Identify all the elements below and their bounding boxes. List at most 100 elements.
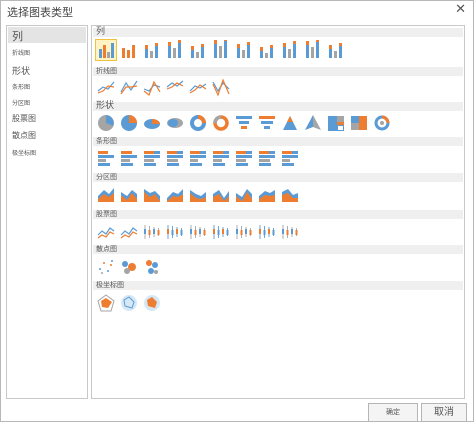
- chart-thumbnail-icon: [237, 42, 250, 58]
- chart-type-column-icon[interactable]: [188, 40, 208, 60]
- chart-thumbnail-icon: [236, 189, 252, 202]
- chart-type-stock-icon[interactable]: [119, 222, 139, 242]
- category-stock[interactable]: 股票图: [12, 113, 36, 124]
- chart-type-column-icon[interactable]: [142, 40, 162, 60]
- chart-type-area-icon[interactable]: [119, 184, 139, 204]
- chart-type-column-icon[interactable]: [303, 40, 323, 60]
- chart-type-scatter-icon[interactable]: [119, 257, 139, 277]
- category-shape[interactable]: 形状: [12, 64, 30, 77]
- chart-type-bar-icon[interactable]: [96, 148, 116, 168]
- chart-type-shape-icon[interactable]: [326, 113, 346, 133]
- chart-type-line-icon[interactable]: [188, 77, 208, 97]
- section-header-area: 分区图: [93, 173, 463, 182]
- chart-type-area-icon[interactable]: [165, 184, 185, 204]
- chart-type-area-icon[interactable]: [96, 184, 116, 204]
- chart-type-polar-icon[interactable]: [96, 293, 116, 313]
- chart-thumbnail-icon: [374, 115, 390, 131]
- chart-type-area-icon[interactable]: [211, 184, 231, 204]
- chart-thumbnail-icon: [167, 189, 183, 202]
- chart-thumbnail-icon: [146, 260, 158, 274]
- category-line[interactable]: 折线图: [12, 48, 30, 57]
- chart-type-stock-icon[interactable]: [211, 222, 231, 242]
- chart-type-shape-icon[interactable]: [349, 113, 369, 133]
- chart-thumbnail-icon: [99, 260, 113, 274]
- cancel-button[interactable]: 取消: [421, 403, 467, 422]
- chart-thumbnail-icon: [121, 295, 137, 311]
- chart-thumbnail-icon: [121, 151, 137, 166]
- chart-type-area-icon[interactable]: [142, 184, 162, 204]
- chart-gallery: 列 折线图 形状 条形图 分区图 股票图 散点图 极坐标图: [91, 25, 465, 399]
- chart-type-column-icon[interactable]: [211, 40, 231, 60]
- chart-type-column-icon[interactable]: [234, 40, 254, 60]
- chart-type-stock-icon[interactable]: [257, 222, 277, 242]
- chart-type-column-icon[interactable]: [165, 40, 185, 60]
- chart-type-shape-icon[interactable]: [142, 113, 162, 133]
- chart-type-shape-icon[interactable]: [372, 113, 392, 133]
- chart-type-bar-icon[interactable]: [280, 148, 300, 168]
- chart-thumbnail-icon: [212, 78, 230, 97]
- chart-thumbnail-icon: [98, 188, 114, 202]
- chart-thumbnail-icon: [213, 115, 229, 131]
- chart-thumbnail-icon: [305, 115, 321, 130]
- chart-type-polar-icon[interactable]: [142, 293, 162, 313]
- chart-type-column-icon[interactable]: [257, 40, 277, 60]
- chart-type-line-icon[interactable]: [119, 77, 139, 97]
- chart-thumbnail-icon: [329, 43, 342, 58]
- category-scatter[interactable]: 散点图: [12, 130, 36, 141]
- chart-type-line-icon[interactable]: [211, 77, 231, 97]
- chart-type-line-icon[interactable]: [142, 77, 162, 97]
- chart-type-scatter-icon[interactable]: [142, 257, 162, 277]
- chart-type-shape-icon[interactable]: [211, 113, 231, 133]
- chart-type-stock-icon[interactable]: [234, 222, 254, 242]
- chart-type-shape-icon[interactable]: [280, 113, 300, 133]
- chart-type-bar-icon[interactable]: [188, 148, 208, 168]
- chart-type-column-icon[interactable]: [280, 40, 300, 60]
- chart-thumbnail-icon: [97, 81, 115, 94]
- chart-type-stock-icon[interactable]: [188, 222, 208, 242]
- chart-type-bar-icon[interactable]: [165, 148, 185, 168]
- chart-type-column-icon[interactable]: [119, 40, 139, 60]
- chart-type-bar-icon[interactable]: [234, 148, 254, 168]
- chart-type-bar-icon[interactable]: [211, 148, 231, 168]
- category-column[interactable]: 列: [12, 28, 23, 44]
- chart-thumbnail-icon: [166, 80, 184, 90]
- close-icon[interactable]: ✕: [455, 2, 466, 17]
- chart-thumbnail-icon: [144, 225, 160, 239]
- dialog: 选择图表类型 ✕ 列 折线图 形状 条形图 分区图 股票图 散点图 极坐标图 列…: [0, 0, 474, 422]
- chart-thumbnail-icon: [260, 45, 273, 58]
- chart-type-column-icon[interactable]: [326, 40, 346, 60]
- chart-type-shape-icon[interactable]: [188, 113, 208, 133]
- category-area[interactable]: 分区图: [12, 98, 30, 107]
- chart-thumbnail-icon: [283, 41, 296, 58]
- chart-type-bar-icon[interactable]: [257, 148, 277, 168]
- chart-type-area-icon[interactable]: [234, 184, 254, 204]
- chart-type-scatter-icon[interactable]: [96, 257, 116, 277]
- category-polar[interactable]: 极坐标图: [12, 148, 36, 157]
- category-bar[interactable]: 条形图: [12, 82, 30, 91]
- chart-thumbnail-icon: [259, 116, 275, 129]
- chart-type-area-icon[interactable]: [257, 184, 277, 204]
- chart-type-shape-icon[interactable]: [165, 113, 185, 133]
- chart-type-line-icon[interactable]: [96, 77, 116, 97]
- chart-type-column-icon[interactable]: [95, 39, 117, 61]
- section-header-bar: 条形图: [93, 137, 463, 146]
- chart-thumbnail-icon: [122, 261, 136, 274]
- ok-button[interactable]: 确定: [368, 403, 418, 422]
- chart-type-polar-icon[interactable]: [119, 293, 139, 313]
- chart-type-line-icon[interactable]: [165, 77, 185, 97]
- chart-type-shape-icon[interactable]: [303, 113, 323, 133]
- chart-thumbnail-icon: [282, 189, 298, 202]
- chart-type-shape-icon[interactable]: [96, 113, 116, 133]
- chart-type-shape-icon[interactable]: [119, 113, 139, 133]
- chart-type-stock-icon[interactable]: [142, 222, 162, 242]
- chart-type-bar-icon[interactable]: [119, 148, 139, 168]
- chart-thumbnail-icon: [120, 227, 138, 239]
- chart-type-stock-icon[interactable]: [96, 222, 116, 242]
- chart-type-shape-icon[interactable]: [234, 113, 254, 133]
- chart-type-stock-icon[interactable]: [165, 222, 185, 242]
- chart-type-area-icon[interactable]: [280, 184, 300, 204]
- chart-type-bar-icon[interactable]: [142, 148, 162, 168]
- chart-type-shape-icon[interactable]: [257, 113, 277, 133]
- chart-type-area-icon[interactable]: [188, 184, 208, 204]
- chart-type-stock-icon[interactable]: [280, 222, 300, 242]
